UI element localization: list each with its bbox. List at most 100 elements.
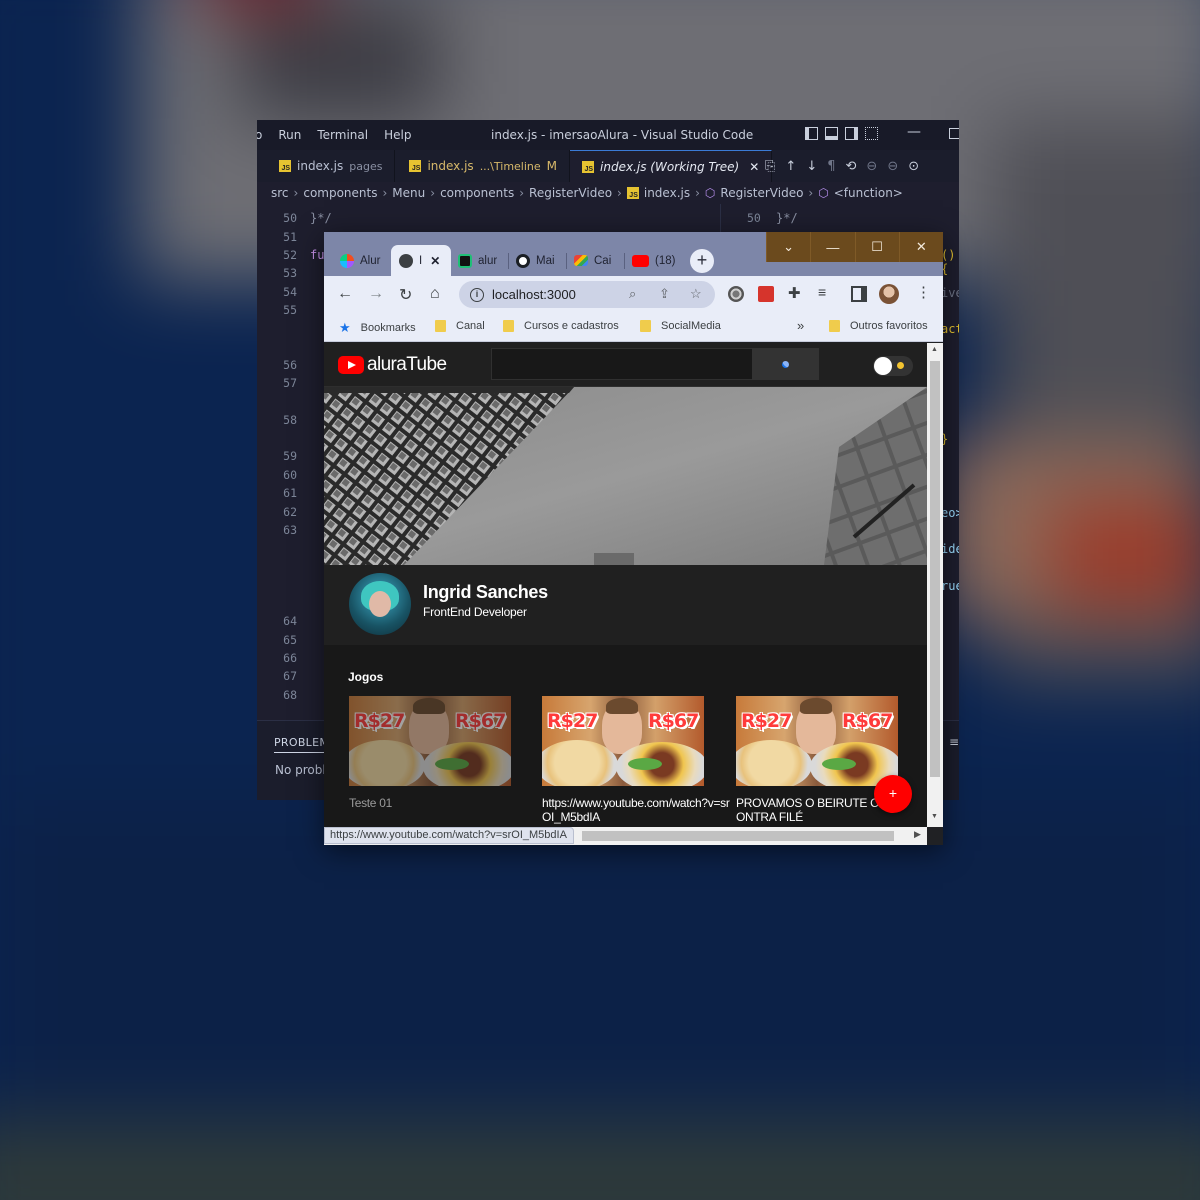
commit-next-icon[interactable]: ⊖ [887,159,898,174]
scroll-down-icon[interactable]: ▼ [931,813,938,820]
minimize-icon[interactable]: — [810,232,854,262]
browser-tab[interactable]: (18) [624,245,683,276]
breadcrumb-item[interactable]: RegisterVideo [529,186,612,200]
menu-run[interactable]: Run [278,128,301,142]
tab-label: index.js [297,159,344,173]
code-comment-end: }*/ [310,211,332,225]
extension-icon[interactable] [728,286,744,302]
bookmark-star-icon[interactable]: ☆ [690,286,702,302]
breadcrumb-item[interactable]: index.js [644,186,690,200]
layout-split-icon[interactable] [845,127,858,140]
layout-panel-icon[interactable] [825,127,838,140]
scrollbar-thumb[interactable] [930,361,940,777]
layout-grid-icon[interactable] [865,127,878,140]
panel-menu-icon[interactable]: ≡ [949,735,959,749]
search-button[interactable] [752,348,819,380]
gmail-icon [574,255,588,266]
open-changes-icon[interactable]: ⎘ [765,159,775,174]
browser-tab[interactable]: alur [450,245,509,276]
more-actions-icon[interactable]: ⊙ [908,159,919,174]
site-logo[interactable]: aluraTube [338,354,447,376]
line-number: 58 [283,413,297,427]
bookmark-folder[interactable]: Cursos e cadastros [503,320,619,332]
browser-tab[interactable]: Alur [332,245,392,276]
arrow-down-icon[interactable]: ↓ [806,159,817,174]
editor-actions: ⎘ ↑ ↓ ¶ ⟲ ⊖ ⊖ ⊙ [765,150,919,182]
menu-fragment[interactable]: o [257,128,262,142]
video-card[interactable]: R$27 R$67 PROVAMOS O BEIRUTE CONTRA FILÉ [736,696,898,824]
bookmark-folder[interactable]: Canal [435,320,485,332]
extensions-puzzle-icon[interactable]: ✚ [788,284,801,302]
scrollbar-thumb[interactable] [582,831,894,841]
browser-tab[interactable]: Cai [566,245,625,276]
js-file-icon: JS [626,187,639,199]
sun-icon [897,362,904,369]
arrow-up-icon[interactable]: ↑ [785,159,796,174]
video-thumbnail[interactable]: R$27 R$67 [542,696,704,786]
close-tab-icon[interactable]: ✕ [430,254,440,268]
tab-strip: Alur I ✕ alur Mai Cai (18) + ⌄ — ☐ ✕ [324,232,943,276]
reload-icon[interactable]: ↻ [399,285,412,305]
share-icon[interactable]: ⇪ [659,286,670,302]
breadcrumb-item[interactable]: components [303,186,377,200]
price-right: R$67 [455,710,506,732]
search-input[interactable] [491,348,753,380]
breadcrumb-item[interactable]: src [271,186,289,200]
layout-sidebar-icon[interactable] [805,127,818,140]
media-control-icon[interactable]: ≡ [818,284,826,300]
extension-icon[interactable] [758,286,774,302]
site-info-icon[interactable]: i [470,287,484,302]
video-title[interactable]: https://www.youtube.com/watch?v=srOI_M5b… [542,796,732,824]
address-bar[interactable]: i localhost:3000 ⌕ ⇪ ☆ [459,281,715,308]
window-controls: ⌄ — ☐ ✕ [766,232,943,262]
vertical-scrollbar[interactable]: ▲ ▼ [927,343,943,827]
editor-tab-pages[interactable]: JS index.js pages [257,150,396,182]
add-video-button[interactable]: + [874,775,912,813]
back-icon[interactable]: ← [337,285,353,303]
breadcrumb-item[interactable]: components [440,186,514,200]
video-card[interactable]: R$27 R$67 Teste 01 [349,696,511,810]
menu-terminal[interactable]: Terminal [317,128,368,142]
vscode-minimize-icon[interactable]: — [907,124,921,140]
bookmarks-overflow-icon[interactable]: » [797,318,804,333]
revert-icon[interactable]: ⟲ [846,159,857,174]
theme-toggle[interactable] [873,356,913,376]
forward-icon[interactable]: → [368,285,384,303]
video-title[interactable]: PROVAMOS O BEIRUTE CONTRA FILÉ [736,796,886,824]
close-icon[interactable]: ✕ [898,232,943,262]
menu-help[interactable]: Help [384,128,411,142]
bookmark-label: Cursos e cadastros [524,320,619,332]
scroll-right-icon[interactable]: ▶ [914,829,921,840]
tab-search-icon[interactable]: ⌄ [766,232,810,262]
zoom-icon[interactable]: ⌕ [629,286,636,302]
video-title[interactable]: Teste 01 [349,796,539,810]
video-card[interactable]: R$27 R$67 https://www.youtube.com/watch?… [542,696,730,824]
page-viewport: aluraTube Ingrid Sanches FrontEnd Develo… [324,343,927,827]
editor-tab-timeline[interactable]: JS index.js ...\Timeline M [395,150,571,182]
breadcrumb-item[interactable]: Menu [392,186,425,200]
line-number: 66 [283,651,297,665]
video-thumbnail[interactable]: R$27 R$67 [349,696,511,786]
menu-kebab-icon[interactable]: ⋮ [916,283,931,301]
close-tab-icon[interactable]: ✕ [749,160,759,174]
pilcrow-icon[interactable]: ¶ [827,159,835,174]
browser-tab-active[interactable]: I ✕ [391,245,451,276]
side-panel-icon[interactable] [851,286,867,302]
bookmarks-manager[interactable]: ★ Bookmarks [339,320,416,336]
browser-tab[interactable]: Mai [508,245,567,276]
profile-avatar[interactable] [879,284,899,304]
scroll-up-icon[interactable]: ▲ [931,346,938,353]
breadcrumb-item[interactable]: <function> [834,186,903,200]
breadcrumb-item[interactable]: RegisterVideo [720,186,803,200]
vscode-maximize-icon[interactable] [949,128,959,139]
other-bookmarks[interactable]: Outros favoritos [829,320,928,332]
maximize-icon[interactable]: ☐ [854,232,899,262]
price-right: R$67 [648,710,699,732]
home-icon[interactable]: ⌂ [430,285,440,303]
video-thumbnail[interactable]: R$27 R$67 [736,696,898,786]
commit-icon[interactable]: ⊖ [866,159,877,174]
line-number: 64 [283,614,297,628]
editor-tab-working-tree[interactable]: JS index.js (Working Tree) ✕ [570,150,773,182]
bookmark-folder[interactable]: SocialMedia [640,320,721,332]
new-tab-button[interactable]: + [690,249,714,273]
